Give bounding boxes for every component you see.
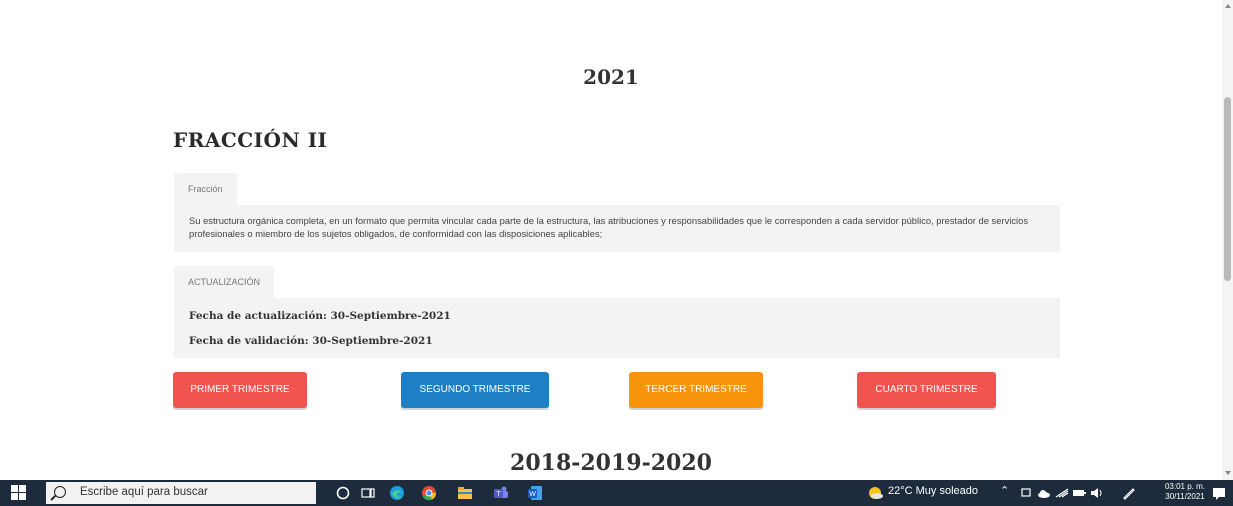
- clock-date: 30/11/2021: [1165, 492, 1205, 501]
- tercer-trimestre-button[interactable]: TERCER TRIMESTRE: [629, 372, 763, 408]
- actualizacion-tab[interactable]: ACTUALIZACIÓN: [174, 266, 275, 298]
- search-placeholder: Escribe aquí para buscar: [80, 486, 208, 498]
- scroll-up-icon[interactable]: [1225, 4, 1231, 8]
- volume-icon[interactable]: [1089, 485, 1105, 501]
- primer-trimestre-button[interactable]: PRIMER TRIMESTRE: [173, 372, 307, 408]
- chevron-up-icon[interactable]: ⌃: [1000, 484, 1009, 497]
- fecha-actualizacion: Fecha de actualización: 30-Septiembre-20…: [189, 310, 451, 322]
- year-heading-2021: 2021: [583, 65, 639, 89]
- fecha-validacion: Fecha de validación: 30-Septiembre-2021: [189, 335, 433, 347]
- file-explorer-icon[interactable]: [457, 485, 473, 501]
- clock-time: 03:01 p. m.: [1164, 482, 1206, 491]
- web-page: 2021 FRACCIÓN II Fracción Su estructura …: [0, 0, 1222, 480]
- pen-icon[interactable]: [1121, 485, 1137, 501]
- network-icon[interactable]: [1018, 485, 1034, 501]
- taskbar-search-box[interactable]: Escribe aquí para buscar: [46, 482, 316, 504]
- word-icon[interactable]: W: [527, 485, 543, 501]
- teams-icon[interactable]: T: [493, 485, 509, 501]
- battery-icon[interactable]: [1071, 485, 1087, 501]
- fraccion-panel: Su estructura orgánica completa, en un f…: [174, 205, 1060, 252]
- taskbar-clock[interactable]: 03:01 p. m. 30/11/2021: [1162, 482, 1208, 502]
- actualizacion-panel: Fecha de actualización: 30-Septiembre-20…: [174, 298, 1060, 358]
- scroll-down-icon[interactable]: [1225, 471, 1231, 475]
- weather-icon[interactable]: [867, 485, 883, 501]
- wifi-icon[interactable]: [1054, 485, 1070, 501]
- edge-icon[interactable]: [389, 485, 405, 501]
- fraccion-description: Su estructura orgánica completa, en un f…: [189, 215, 1029, 239]
- onedrive-icon[interactable]: [1036, 485, 1052, 501]
- year-heading-2018-2020: 2018-2019-2020: [510, 450, 712, 476]
- task-view-icon[interactable]: [360, 485, 376, 501]
- weather-text[interactable]: 22°C Muy soleado: [888, 485, 978, 497]
- segundo-trimestre-button[interactable]: SEGUNDO TRIMESTRE: [401, 372, 549, 408]
- search-icon: [54, 486, 66, 498]
- windows-taskbar: Escribe aquí para buscar T W 22°C Muy so…: [0, 480, 1233, 506]
- cortana-icon[interactable]: [335, 485, 351, 501]
- fraccion-tab[interactable]: Fracción: [174, 173, 237, 205]
- cropped-text-line: [0, 0, 1210, 8]
- svg-text:T: T: [497, 491, 502, 498]
- cuarto-trimestre-button[interactable]: CUARTO TRIMESTRE: [857, 372, 996, 408]
- scrollbar-thumb[interactable]: [1224, 97, 1231, 281]
- vertical-scrollbar[interactable]: [1222, 0, 1233, 480]
- windows-start-icon[interactable]: [11, 485, 27, 501]
- chrome-icon[interactable]: [421, 485, 437, 501]
- section-title: FRACCIÓN II: [173, 128, 328, 152]
- notifications-icon[interactable]: [1211, 485, 1227, 501]
- svg-text:W: W: [529, 491, 536, 498]
